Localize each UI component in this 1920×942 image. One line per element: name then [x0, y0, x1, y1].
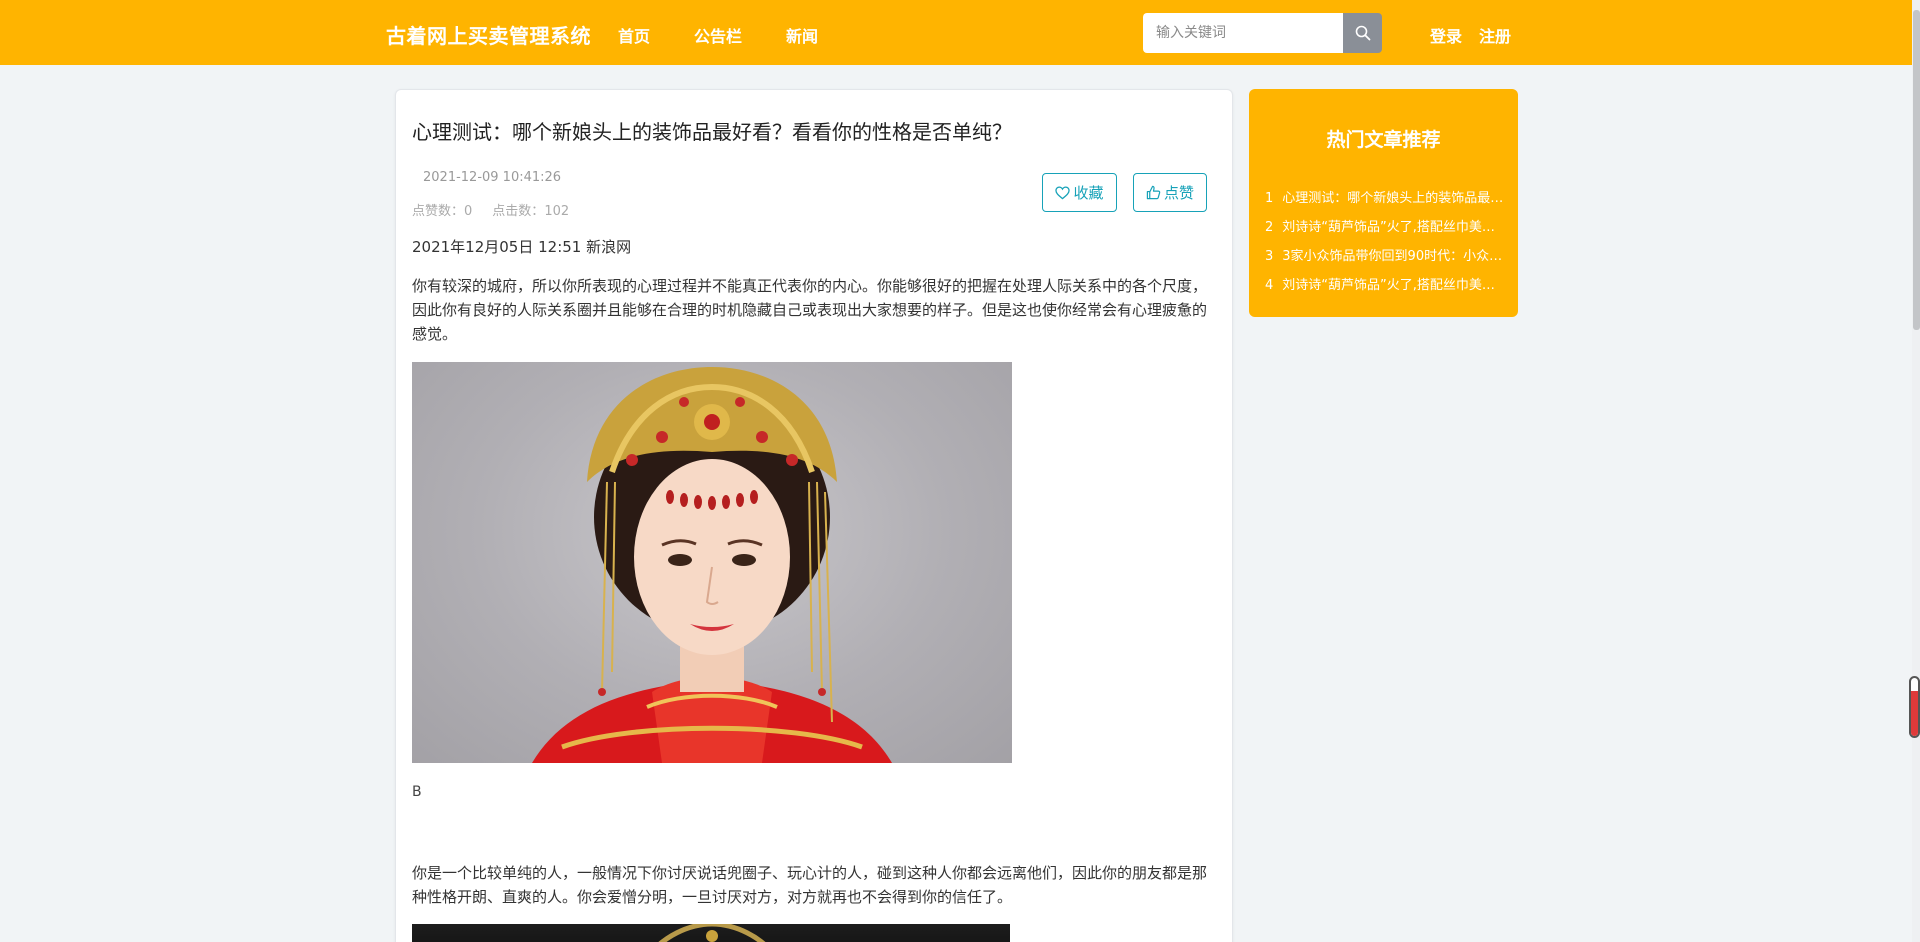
article-paragraph: 你有较深的城府，所以你所表现的心理过程并不能真正代表你的内心。你能够很好的把握在… — [412, 277, 1208, 343]
likes-value: 0 — [464, 204, 473, 219]
likes-count: 点赞数：0 — [412, 200, 472, 219]
hot-article-number: 3 — [1265, 249, 1274, 264]
hot-article-item[interactable]: 4 刘诗诗“葫芦饰品”火了,搭配丝巾美出新高度 — [1265, 271, 1505, 300]
heart-icon — [1055, 185, 1071, 199]
top-navbar: 古着网上买卖管理系统 首页 公告栏 新闻 登录 注册 — [0, 0, 1912, 65]
search-icon — [1355, 25, 1370, 41]
hot-article-link[interactable]: 3家小众饰品带你回到90时代：小众又复古 — [1282, 242, 1504, 271]
hot-article-link[interactable]: 刘诗诗“葫芦饰品”火了,搭配丝巾美出新高度 — [1282, 213, 1504, 242]
search-input[interactable] — [1143, 13, 1343, 53]
hot-article-item[interactable]: 3 3家小众饰品带你回到90时代：小众又复古 — [1265, 242, 1505, 271]
favorite-button[interactable]: 收藏 — [1042, 173, 1117, 212]
hot-articles-title: 热门文章推荐 — [1326, 129, 1441, 151]
hot-article-link[interactable]: 心理测试：哪个新娘头上的装饰品最好看？看看你的性格是否单纯？ — [1282, 184, 1504, 213]
article-stats: 点赞数：0 点击数：102 — [412, 200, 569, 219]
article-card: 心理测试：哪个新娘头上的装饰品最好看？看看你的性格是否单纯？ 2021-12-0… — [395, 89, 1233, 942]
login-link[interactable]: 登录 — [1430, 23, 1462, 47]
clicks-value: 102 — [544, 204, 570, 219]
floating-side-widget[interactable] — [1909, 676, 1920, 738]
widget-fill — [1911, 690, 1918, 736]
like-button[interactable]: 点赞 — [1133, 173, 1207, 212]
nav-news[interactable]: 新闻 — [786, 23, 818, 47]
article-actions: 收藏 点赞 — [1042, 173, 1207, 212]
nav-home[interactable]: 首页 — [618, 23, 650, 47]
hot-article-number: 2 — [1265, 220, 1274, 235]
register-link[interactable]: 注册 — [1479, 23, 1511, 47]
article-datetime: 2021-12-09 10:41:26 — [423, 170, 562, 185]
search-button[interactable] — [1343, 13, 1382, 53]
search-box — [1143, 13, 1382, 53]
article-title: 心理测试：哪个新娘头上的装饰品最好看？看看你的性格是否单纯？ — [412, 120, 1012, 144]
hot-article-link[interactable]: 刘诗诗“葫芦饰品”火了,搭配丝巾美出新高度 — [1282, 271, 1504, 300]
clicks-count: 点击数：102 — [492, 200, 569, 219]
second-bride-photo — [412, 924, 1010, 942]
clicks-label: 点击数： — [492, 204, 545, 219]
bride-headdress-photo — [412, 362, 1012, 763]
nav-announcements[interactable]: 公告栏 — [694, 23, 742, 47]
hot-article-number: 4 — [1265, 278, 1274, 293]
hot-articles-list: 1 心理测试：哪个新娘头上的装饰品最好看？看看你的性格是否单纯？ 2 刘诗诗“葫芦饰… — [1265, 184, 1505, 300]
option-letter: B — [412, 784, 422, 800]
article-paragraph-2: 你是一个比较单纯的人，一般情况下你讨厌说话兜圈子、玩心计的人，碰到这种人你都会远… — [412, 864, 1208, 906]
site-brand[interactable]: 古着网上买卖管理系统 — [386, 20, 591, 49]
page-scrollbar[interactable] — [1912, 0, 1920, 942]
main-nav: 首页 公告栏 新闻 — [618, 23, 818, 47]
hot-article-item[interactable]: 1 心理测试：哪个新娘头上的装饰品最好看？看看你的性格是否单纯？ — [1265, 184, 1505, 213]
thumbs-up-icon — [1146, 185, 1161, 200]
hot-articles-panel: 热门文章推荐 1 心理测试：哪个新娘头上的装饰品最好看？看看你的性格是否单纯？ 2… — [1249, 89, 1518, 317]
like-label: 点赞 — [1163, 184, 1194, 202]
favorite-label: 收藏 — [1073, 184, 1104, 202]
likes-label: 点赞数： — [412, 204, 465, 219]
article-source: 2021年12月05日 12:51 新浪网 — [412, 238, 632, 256]
hot-article-number: 1 — [1265, 191, 1274, 206]
auth-links: 登录 注册 — [1430, 23, 1511, 47]
hot-article-item[interactable]: 2 刘诗诗“葫芦饰品”火了,搭配丝巾美出新高度 — [1265, 213, 1505, 242]
scrollbar-thumb[interactable] — [1913, 10, 1920, 330]
